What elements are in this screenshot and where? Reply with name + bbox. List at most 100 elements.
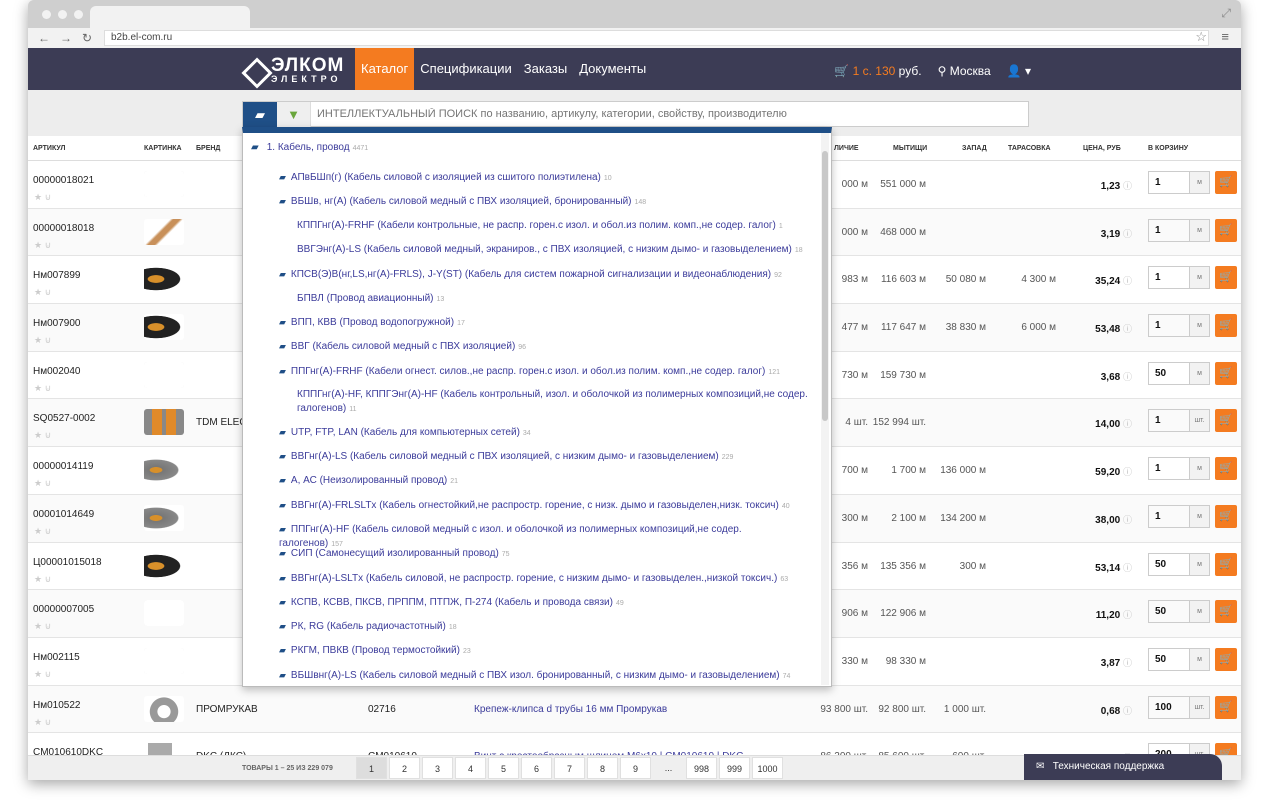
- info-icon[interactable]: ⓘ: [1123, 658, 1132, 668]
- product-thumbnail[interactable]: [144, 695, 184, 722]
- compare-icon[interactable]: ⊍: [45, 240, 52, 250]
- quantity-input[interactable]: 1: [1148, 409, 1190, 433]
- add-to-cart-button[interactable]: 🛒: [1215, 218, 1237, 242]
- product-thumbnail[interactable]: [144, 409, 184, 436]
- quantity-input[interactable]: 50: [1148, 361, 1190, 385]
- article-number[interactable]: Нм007900: [33, 318, 80, 329]
- quantity-input[interactable]: 1: [1148, 314, 1190, 338]
- compare-icon[interactable]: ⊍: [45, 383, 52, 393]
- article-number[interactable]: Нм007899: [33, 270, 80, 281]
- page-button[interactable]: 1000: [752, 757, 783, 779]
- nav-documents[interactable]: Документы: [573, 48, 652, 90]
- dropdown-root-category[interactable]: ▰ 1. Кабель, провод 4471: [251, 142, 368, 153]
- scrollbar-thumb[interactable]: [822, 151, 828, 421]
- page-button[interactable]: 5: [488, 757, 519, 779]
- article-number[interactable]: Нм002040: [33, 366, 80, 377]
- article-number[interactable]: Нм010522: [33, 700, 80, 711]
- page-button[interactable]: 998: [686, 757, 717, 779]
- page-button[interactable]: 7: [554, 757, 585, 779]
- col-brand[interactable]: Бренд: [196, 145, 220, 152]
- info-icon[interactable]: ⓘ: [1123, 324, 1132, 334]
- search-input[interactable]: [311, 102, 1028, 126]
- info-icon[interactable]: ⓘ: [1123, 610, 1132, 620]
- support-button[interactable]: ✉ Техническая поддержка: [1024, 754, 1222, 780]
- dropdown-category-item[interactable]: ▰ КПСВ(Э)В(нг,LS,нг(А)-FRLS), J-Y(ST) (Ка…: [279, 267, 799, 283]
- info-icon[interactable]: ⓘ: [1123, 276, 1132, 286]
- page-button[interactable]: 1: [356, 757, 387, 779]
- info-icon[interactable]: ⓘ: [1123, 563, 1132, 573]
- nav-catalog[interactable]: Каталог: [355, 48, 415, 90]
- favorite-star-icon[interactable]: ★: [34, 478, 42, 488]
- col-price[interactable]: Цена, руб: [1083, 145, 1121, 152]
- compare-icon[interactable]: ⊍: [45, 621, 52, 631]
- dropdown-category-item[interactable]: ▰ АПвБШп(г) (Кабель силовой с изоляцией и…: [279, 170, 799, 186]
- forward-icon[interactable]: →: [60, 31, 72, 45]
- product-thumbnail[interactable]: [144, 218, 184, 245]
- quantity-input[interactable]: 1: [1148, 218, 1190, 242]
- quantity-input[interactable]: 50: [1148, 600, 1190, 624]
- minimize-window-dot[interactable]: [58, 10, 67, 19]
- article-number[interactable]: SQ0527-0002: [33, 413, 95, 424]
- article-number[interactable]: 00000018021: [33, 175, 94, 186]
- info-icon[interactable]: ⓘ: [1123, 181, 1132, 191]
- page-button[interactable]: 9: [620, 757, 651, 779]
- compare-icon[interactable]: ⊍: [45, 669, 52, 679]
- dropdown-category-item[interactable]: ▰ ППГнг(А)-FRHF (Кабели огнест. силов.,не…: [279, 364, 799, 380]
- quantity-input[interactable]: 100: [1148, 695, 1190, 719]
- compare-icon[interactable]: ⊍: [45, 335, 52, 345]
- add-to-cart-button[interactable]: 🛒: [1215, 600, 1237, 624]
- city-selector[interactable]: ⚲ Москва: [938, 48, 991, 94]
- table-row[interactable]: Нм010522 ★ ⊍ ПРОМРУКАВ 02716 Крепеж-клипса d…: [28, 685, 1241, 734]
- dropdown-category-item[interactable]: КППГнг(А)-FRHF (Кабели контрольные, не р…: [297, 219, 817, 234]
- add-to-cart-button[interactable]: 🛒: [1215, 695, 1237, 719]
- favorite-star-icon[interactable]: ★: [34, 669, 42, 679]
- catalog-folder-button[interactable]: ▰: [243, 102, 277, 128]
- compare-icon[interactable]: ⊍: [45, 287, 52, 297]
- add-to-cart-button[interactable]: 🛒: [1215, 647, 1237, 671]
- info-icon[interactable]: ⓘ: [1123, 419, 1132, 429]
- favorite-star-icon[interactable]: ★: [34, 383, 42, 393]
- dropdown-category-item[interactable]: КППГнг(А)-HF, КППГЭнг(А)-HF (Кабель конт…: [297, 388, 817, 417]
- dropdown-category-item[interactable]: ▰ ВВГнг(А)-FRLSLTx (Кабель огнестойкий,не…: [279, 498, 799, 514]
- favorite-star-icon[interactable]: ★: [34, 192, 42, 202]
- close-window-dot[interactable]: [42, 10, 51, 19]
- dropdown-category-item[interactable]: ▰ ВВГ (Кабель силовой медный с ПВХ изоляц…: [279, 339, 799, 355]
- favorite-star-icon[interactable]: ★: [34, 335, 42, 345]
- dropdown-category-item[interactable]: ▰ ВБШвнг(А)-LS (Кабель силовой медный с П…: [279, 668, 799, 684]
- add-to-cart-button[interactable]: 🛒: [1215, 409, 1237, 433]
- dropdown-category-item[interactable]: ▰ UTP, FTP, LAN (Кабель для компьютерных …: [279, 425, 799, 441]
- bookmark-star-icon[interactable]: ☆: [1195, 29, 1207, 45]
- dropdown-category-item[interactable]: ▰ ВВГнг(А)-LSLTx (Кабель силовой, не расп…: [279, 571, 799, 587]
- favorite-star-icon[interactable]: ★: [34, 621, 42, 631]
- product-thumbnail[interactable]: [144, 504, 184, 531]
- favorite-star-icon[interactable]: ★: [34, 430, 42, 440]
- compare-icon[interactable]: ⊍: [45, 717, 52, 727]
- product-name[interactable]: Крепеж-клипса d трубы 16 мм Промрукав: [474, 704, 667, 715]
- add-to-cart-button[interactable]: 🛒: [1215, 552, 1237, 576]
- add-to-cart-button[interactable]: 🛒: [1215, 314, 1237, 338]
- info-icon[interactable]: ⓘ: [1123, 515, 1132, 525]
- page-button[interactable]: 8: [587, 757, 618, 779]
- add-to-cart-button[interactable]: 🛒: [1215, 266, 1237, 290]
- article-number[interactable]: Ц00001015018: [33, 557, 102, 568]
- favorite-star-icon[interactable]: ★: [34, 717, 42, 727]
- dropdown-category-item[interactable]: БПВЛ (Провод авиационный) 13: [297, 292, 817, 307]
- page-button[interactable]: 3: [422, 757, 453, 779]
- dropdown-category-item[interactable]: ▰ ВБШв, нг(А) (Кабель силовой медный с ПВ…: [279, 194, 799, 210]
- product-thumbnail[interactable]: [144, 552, 184, 579]
- product-thumbnail[interactable]: [144, 600, 184, 627]
- compare-icon[interactable]: ⊍: [45, 430, 52, 440]
- product-thumbnail[interactable]: [144, 361, 184, 388]
- add-to-cart-button[interactable]: 🛒: [1215, 361, 1237, 385]
- compare-icon[interactable]: ⊍: [45, 192, 52, 202]
- back-icon[interactable]: ←: [38, 31, 50, 45]
- user-menu[interactable]: 👤 ▾: [1007, 48, 1031, 94]
- compare-icon[interactable]: ⊍: [45, 574, 52, 584]
- product-thumbnail[interactable]: [144, 314, 184, 341]
- article-number[interactable]: 00000018018: [33, 223, 94, 234]
- dropdown-category-item[interactable]: ▰ ВВГнг(А)-LS (Кабель силовой медный с ПВ…: [279, 449, 799, 465]
- quantity-input[interactable]: 1: [1148, 266, 1190, 290]
- col-article[interactable]: Артикул: [33, 145, 65, 152]
- add-to-cart-button[interactable]: 🛒: [1215, 457, 1237, 481]
- quantity-input[interactable]: 50: [1148, 552, 1190, 576]
